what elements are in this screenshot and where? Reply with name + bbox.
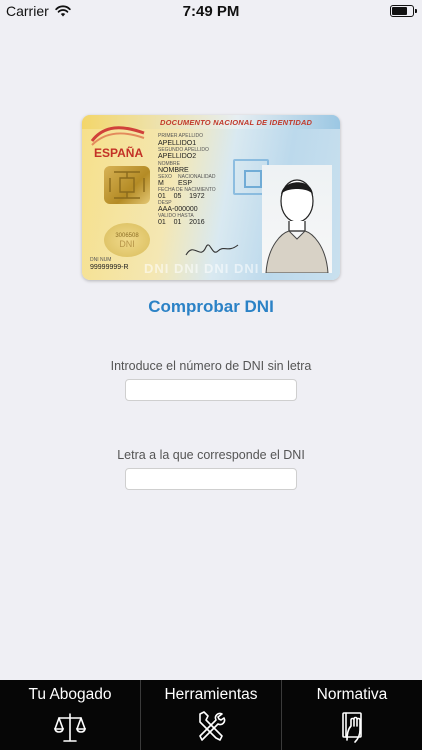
page-title: Comprobar DNI	[148, 297, 274, 316]
dni-card-image: DOCUMENTO NACIONAL DE IDENTIDAD ESPAÑA P…	[82, 115, 340, 280]
tab-label: Normativa	[316, 686, 388, 703]
card-nombre: NOMBRE	[158, 167, 189, 174]
book-hand-icon	[342, 712, 362, 743]
card-valido-hasta: 01 01 2016	[158, 219, 205, 226]
tab-normativa[interactable]: Normativa	[282, 680, 422, 750]
card-dni-badge: 3006508 DNI	[104, 223, 150, 257]
card-header: DOCUMENTO NACIONAL DE IDENTIDAD	[160, 118, 313, 127]
card-photo	[262, 165, 332, 274]
tab-bar: Tu Abogado Herramientas Normativa	[0, 680, 422, 750]
card-fecha-nacimiento: 01 05 1972	[158, 193, 205, 200]
dni-number-label: Introduce el número de DNI sin letra	[110, 359, 312, 373]
status-right	[390, 5, 417, 17]
card-label-primer-apellido: PRIMER APELLIDO	[158, 133, 204, 139]
card-signature	[185, 244, 239, 256]
card-badge-text: DNI	[119, 239, 135, 249]
status-time: 7:49 PM	[182, 3, 240, 20]
card-nacionalidad: ESP	[178, 180, 193, 187]
dni-letter-label: Letra a la que corresponde el DNI	[117, 448, 305, 462]
card-primer-apellido: APELLIDO1	[158, 140, 197, 147]
battery-fill	[392, 7, 407, 15]
card-dni-num: 99999999-R	[90, 264, 129, 271]
dni-letter-input[interactable]	[125, 468, 297, 490]
tab-tu-abogado[interactable]: Tu Abogado	[0, 680, 141, 750]
tab-herramientas[interactable]: Herramientas	[141, 680, 282, 750]
card-chip	[104, 166, 150, 204]
dni-number-input[interactable]	[125, 379, 297, 401]
card-sexo: M	[158, 180, 164, 187]
status-bar: Carrier 7:49 PM	[0, 0, 422, 22]
card-flag-swoosh	[90, 126, 145, 146]
card-label-dni-num: DNI NUM	[90, 257, 112, 263]
tab-label: Tu Abogado	[28, 686, 112, 703]
card-country: ESPAÑA	[94, 146, 144, 160]
tools-icon	[199, 711, 226, 741]
battery-icon	[390, 5, 417, 17]
card-segundo-apellido: APELLIDO2	[158, 153, 197, 160]
card-desp: AAA-000000	[158, 206, 198, 213]
person-silhouette-icon	[265, 179, 329, 274]
tab-label: Herramientas	[164, 686, 258, 703]
scales-icon	[53, 713, 87, 742]
